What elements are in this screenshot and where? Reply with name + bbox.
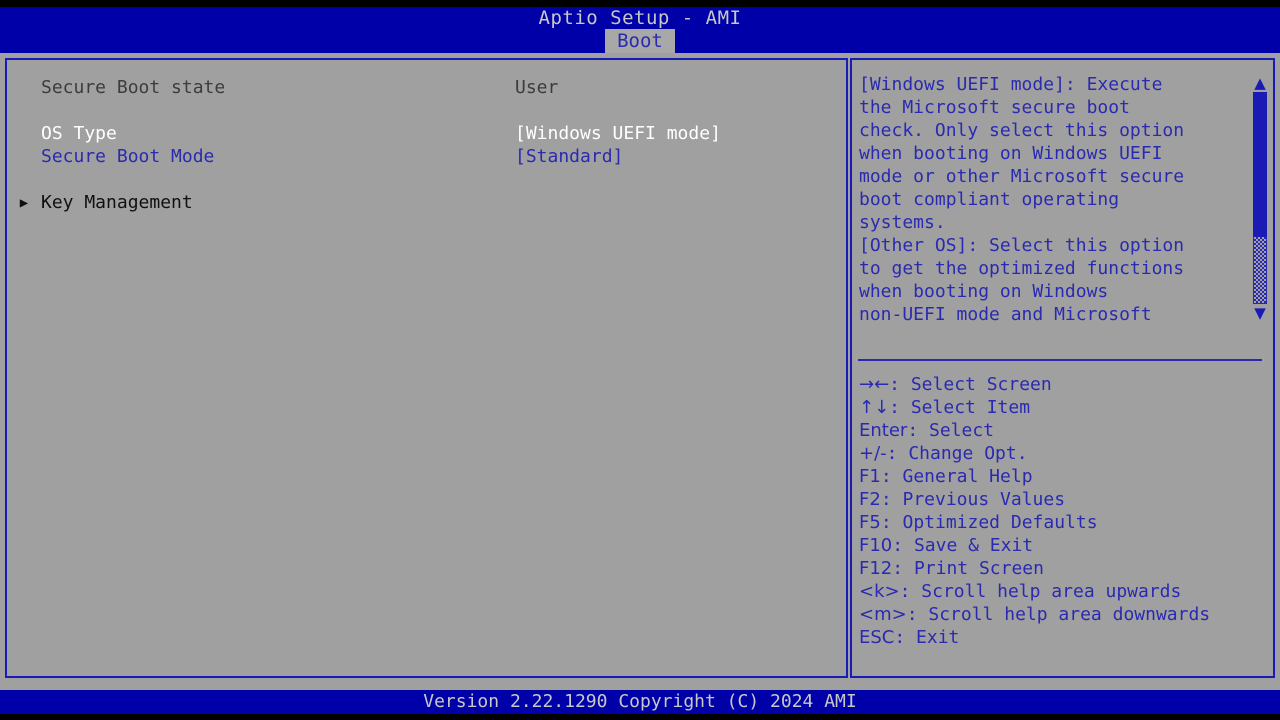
key-legend-description: : Select — [907, 420, 995, 441]
key-legend-keys: F10 — [859, 535, 893, 556]
settings-row[interactable]: OS Type [Windows UEFI mode] — [7, 122, 846, 145]
key-legend-description: : Print Screen — [892, 558, 1044, 579]
help-scrollbar[interactable]: ▲ ▼ — [1252, 76, 1268, 321]
submenu-arrow-icon: ▶ — [19, 194, 29, 211]
key-legend-keys: F5 — [859, 512, 881, 533]
key-legend-item: F5: Optimized Defaults — [859, 511, 1269, 534]
key-legend-keys: F1 — [859, 466, 881, 487]
help-panel: [Windows UEFI mode]: Execute the Microso… — [850, 58, 1275, 678]
settings-row-spacer — [7, 168, 846, 191]
key-legend-description: : Save & Exit — [892, 535, 1034, 556]
key-legend-description: : Select Item — [889, 397, 1031, 418]
settings-row-spacer — [7, 99, 846, 122]
key-legend-description: : Scroll help area upwards — [899, 581, 1182, 602]
scroll-up-arrow-icon[interactable]: ▲ — [1252, 76, 1268, 91]
settings-row-value[interactable]: User — [515, 77, 558, 98]
key-legend-item: Enter: Select — [859, 419, 1269, 442]
key-legend-description: : Select Screen — [889, 374, 1052, 395]
key-legend-item: ESC: Exit — [859, 626, 1269, 649]
key-legend-description: : General Help — [880, 466, 1033, 487]
key-legend-keys: F12 — [859, 558, 893, 579]
settings-row[interactable]: Secure Boot state User — [7, 76, 846, 99]
settings-panel: Secure Boot state User OS Type [Windows UEF… — [5, 58, 848, 678]
settings-row[interactable]: Secure Boot Mode [Standard] — [7, 145, 846, 168]
settings-list: Secure Boot state User OS Type [Windows UEF… — [7, 76, 846, 214]
footer-version: Version 2.22.1290 Copyright (C) 2024 AMI — [0, 690, 1280, 714]
key-legend-description: : Optimized Defaults — [880, 512, 1098, 533]
settings-row-value[interactable]: [Windows UEFI mode] — [515, 123, 721, 144]
key-legend-keys: →← — [859, 374, 890, 395]
key-legend-item: F10: Save & Exit — [859, 534, 1269, 557]
help-description-text: [Windows UEFI mode]: Execute the Microso… — [859, 74, 1185, 325]
menu-tab-bar: Boot — [0, 29, 1280, 53]
scroll-down-arrow-icon[interactable]: ▼ — [1252, 306, 1268, 321]
key-legend-keys: ↑↓ — [859, 397, 890, 418]
page-title: Aptio Setup - AMI — [538, 7, 742, 29]
bios-setup-screen: Aptio Setup - AMI Boot Secure Boot state… — [0, 0, 1280, 720]
settings-row-label: Secure Boot Mode — [41, 146, 215, 167]
key-legend-description: : Previous Values — [880, 489, 1066, 510]
key-legend-description: : Exit — [894, 627, 960, 648]
key-legend-item: F2: Previous Values — [859, 488, 1269, 511]
key-legend-item: <m>: Scroll help area downwards — [859, 603, 1269, 626]
help-separator — [858, 359, 1262, 361]
key-legend-item: ↑↓: Select Item — [859, 396, 1269, 419]
key-legend-item: <k>: Scroll help area upwards — [859, 580, 1269, 603]
key-legend-keys: Enter — [859, 420, 908, 441]
key-legend-item: F1: General Help — [859, 465, 1269, 488]
settings-row-label: OS Type — [41, 123, 117, 144]
key-legend-keys: ESC — [859, 627, 895, 648]
key-legend-keys: F2 — [859, 489, 881, 510]
key-legend-item: F12: Print Screen — [859, 557, 1269, 580]
key-legend-keys: <m> — [859, 604, 907, 625]
settings-row-label: Key Management — [41, 192, 193, 213]
key-legend-item: →←: Select Screen — [859, 373, 1269, 396]
settings-row-label: Secure Boot state — [41, 77, 226, 98]
scrollbar-thumb[interactable] — [1253, 92, 1267, 237]
key-legend-description: : Change Opt. — [886, 443, 1028, 464]
settings-row-value[interactable]: [Standard] — [515, 146, 623, 167]
key-legend-keys: +/- — [859, 443, 887, 464]
key-legend-description: : Scroll help area downwards — [906, 604, 1211, 625]
key-legend-item: +/-: Change Opt. — [859, 442, 1269, 465]
tab-boot[interactable]: Boot — [605, 29, 675, 53]
key-legend-list: →←: Select Screen ↑↓: Select Item Enter: S… — [859, 373, 1269, 649]
settings-row[interactable]: ▶ Key Management — [7, 191, 846, 214]
key-legend-keys: <k> — [859, 581, 900, 602]
